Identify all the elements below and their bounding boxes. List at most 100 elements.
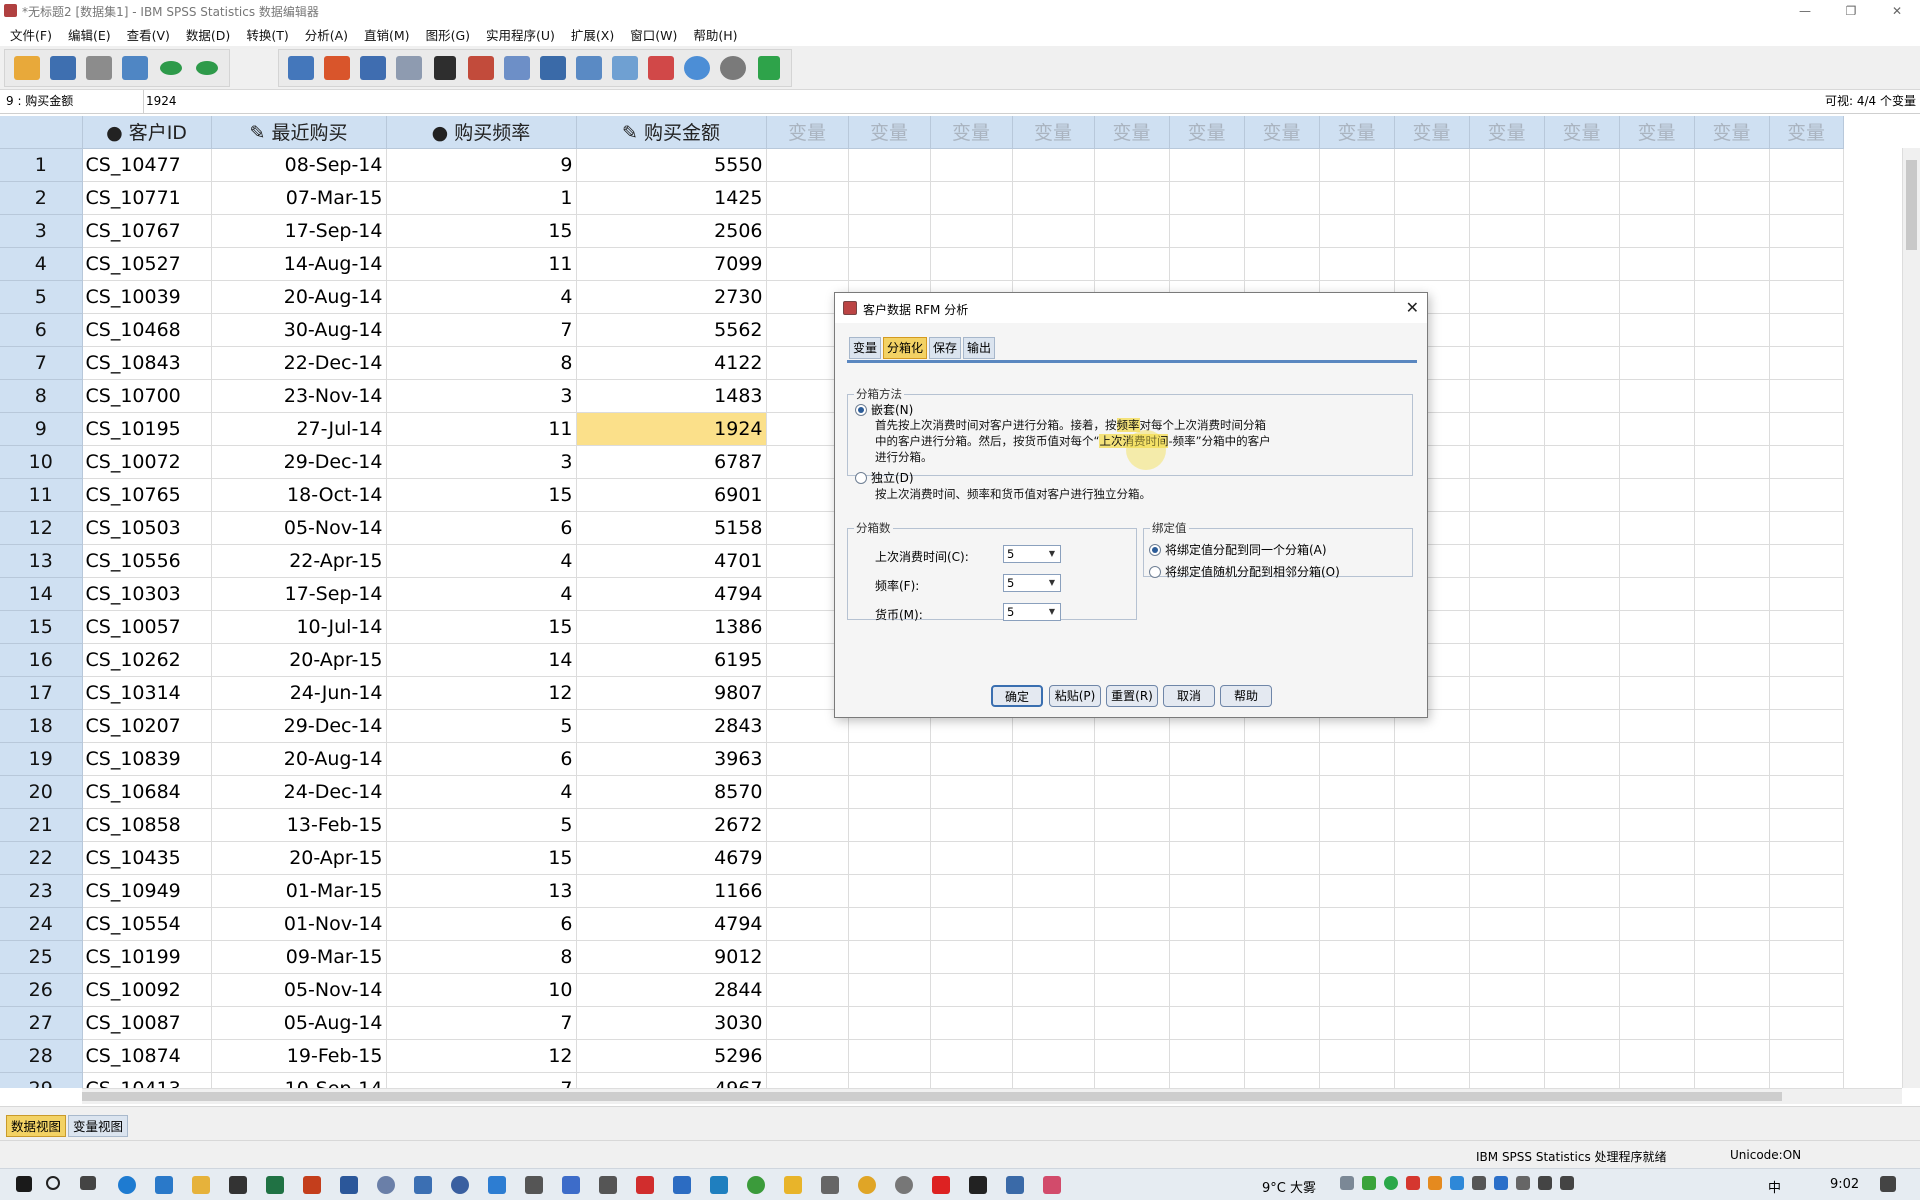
empty-cell[interactable] [930, 1072, 1013, 1088]
empty-cell[interactable] [1544, 973, 1620, 1007]
windows-start-icon[interactable] [16, 1176, 32, 1192]
bluetooth-icon[interactable] [1494, 1176, 1508, 1190]
empty-cell[interactable] [1619, 643, 1695, 677]
goto-case-icon[interactable] [283, 51, 319, 85]
empty-cell[interactable] [766, 874, 849, 908]
empty-cell[interactable] [930, 808, 1013, 842]
open-folder-icon[interactable] [9, 51, 45, 85]
row-number[interactable]: 5 [0, 280, 83, 314]
cell-customer-id[interactable]: CS_10057 [82, 610, 212, 644]
empty-cell[interactable] [1244, 181, 1320, 215]
empty-cell[interactable] [1769, 445, 1844, 479]
empty-variable-header[interactable]: 变量 [1169, 116, 1245, 149]
empty-cell[interactable] [1469, 181, 1545, 215]
cell-recent-purchase[interactable]: 24-Jun-14 [211, 676, 387, 710]
independent-radio[interactable]: 独立(D) [855, 469, 914, 486]
cell-amount[interactable]: 5562 [576, 313, 767, 347]
cell-customer-id[interactable]: CS_10503 [82, 511, 212, 545]
radio-dot[interactable] [855, 471, 867, 484]
empty-cell[interactable] [1544, 181, 1620, 215]
empty-cell[interactable] [1544, 1072, 1620, 1088]
row-number[interactable]: 28 [0, 1039, 83, 1073]
empty-cell[interactable] [848, 181, 931, 215]
cell-recent-purchase[interactable]: 05-Nov-14 [211, 511, 387, 545]
empty-cell[interactable] [1244, 973, 1320, 1007]
empty-cell[interactable] [1169, 181, 1245, 215]
empty-cell[interactable] [848, 940, 931, 974]
empty-cell[interactable] [1544, 775, 1620, 809]
cell-customer-id[interactable]: CS_10262 [82, 643, 212, 677]
empty-cell[interactable] [1394, 214, 1470, 248]
cell-customer-id[interactable]: CS_10087 [82, 1006, 212, 1040]
cell-recent-purchase[interactable]: 10-Sep-14 [211, 1072, 387, 1088]
empty-cell[interactable] [1094, 214, 1170, 248]
empty-cell[interactable] [1619, 676, 1695, 710]
cell-frequency[interactable]: 15 [386, 478, 577, 512]
word-icon[interactable] [340, 1176, 358, 1194]
cell-amount[interactable]: 1483 [576, 379, 767, 413]
empty-cell[interactable] [1619, 313, 1695, 347]
empty-cell[interactable] [1394, 742, 1470, 776]
cell-frequency[interactable]: 7 [386, 1006, 577, 1040]
app-icon[interactable] [784, 1176, 802, 1194]
cell-recent-purchase[interactable]: 09-Mar-15 [211, 940, 387, 974]
tab-save[interactable]: 保存 [929, 337, 962, 359]
empty-cell[interactable] [848, 247, 931, 281]
empty-cell[interactable] [1544, 478, 1620, 512]
cell-value-input[interactable]: 1924 [146, 90, 177, 113]
empty-cell[interactable] [1694, 643, 1770, 677]
menu-utilities[interactable]: 实用程序(U) [478, 25, 563, 44]
empty-cell[interactable] [766, 742, 849, 776]
close-icon[interactable]: ✕ [1406, 298, 1419, 317]
cancel-button[interactable]: 取消 [1163, 685, 1215, 707]
cell-frequency[interactable]: 4 [386, 577, 577, 611]
cell-frequency[interactable]: 15 [386, 610, 577, 644]
empty-cell[interactable] [1094, 841, 1170, 875]
empty-cell[interactable] [1012, 214, 1095, 248]
column-header-recent-purchase[interactable]: ✎ 最近购买 [211, 116, 387, 149]
empty-variable-header[interactable]: 变量 [848, 116, 931, 149]
cell-recent-purchase[interactable]: 27-Jul-14 [211, 412, 387, 446]
empty-cell[interactable] [1694, 874, 1770, 908]
cell-amount[interactable]: 1425 [576, 181, 767, 215]
cell-amount[interactable]: 5550 [576, 148, 767, 182]
empty-cell[interactable] [1694, 412, 1770, 446]
cell-frequency[interactable]: 10 [386, 973, 577, 1007]
split-file-icon[interactable] [535, 51, 571, 85]
empty-cell[interactable] [1394, 775, 1470, 809]
cell-recent-purchase[interactable]: 23-Nov-14 [211, 379, 387, 413]
empty-cell[interactable] [1244, 742, 1320, 776]
app-icon[interactable] [858, 1176, 876, 1194]
menu-analyze[interactable]: 分析(A) [297, 25, 356, 44]
cell-frequency[interactable]: 6 [386, 742, 577, 776]
app-icon[interactable] [599, 1176, 617, 1194]
cell-customer-id[interactable]: CS_10700 [82, 379, 212, 413]
empty-cell[interactable] [1769, 610, 1844, 644]
spss-taskbar-icon[interactable] [414, 1176, 432, 1194]
empty-cell[interactable] [1012, 1072, 1095, 1088]
empty-cell[interactable] [1619, 412, 1695, 446]
empty-cell[interactable] [1469, 775, 1545, 809]
print-icon[interactable] [81, 51, 117, 85]
empty-cell[interactable] [1012, 973, 1095, 1007]
ties-same-bin-radio[interactable]: 将绑定值分配到同一个分箱(A) [1149, 541, 1327, 558]
app-icon[interactable] [969, 1176, 987, 1194]
menu-edit[interactable]: 编辑(E) [60, 25, 119, 44]
empty-cell[interactable] [1244, 907, 1320, 941]
empty-cell[interactable] [1694, 379, 1770, 413]
empty-cell[interactable] [1544, 742, 1620, 776]
empty-cell[interactable] [1619, 874, 1695, 908]
row-number[interactable]: 8 [0, 379, 83, 413]
empty-cell[interactable] [1094, 148, 1170, 182]
insert-cases-icon[interactable] [463, 51, 499, 85]
empty-cell[interactable] [1544, 676, 1620, 710]
cell-amount[interactable]: 6195 [576, 643, 767, 677]
empty-cell[interactable] [1694, 907, 1770, 941]
cell-amount[interactable]: 7099 [576, 247, 767, 281]
cell-customer-id[interactable]: CS_10767 [82, 214, 212, 248]
menu-file[interactable]: 文件(F) [2, 25, 60, 44]
empty-cell[interactable] [766, 808, 849, 842]
empty-cell[interactable] [848, 973, 931, 1007]
cell-recent-purchase[interactable]: 29-Dec-14 [211, 709, 387, 743]
empty-cell[interactable] [1544, 610, 1620, 644]
